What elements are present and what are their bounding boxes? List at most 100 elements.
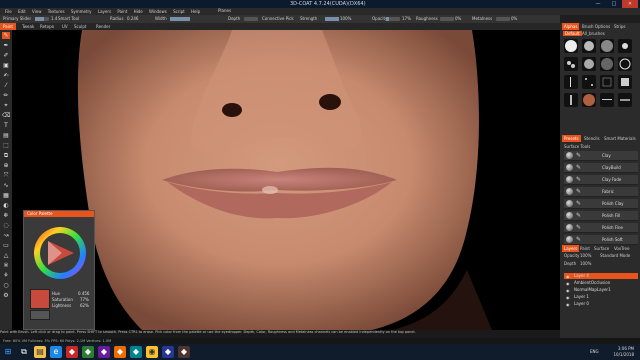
tab-brush-options[interactable]: Brush Options [580, 23, 612, 30]
system-clock[interactable]: 3:06 PM 10/1/2018 [613, 346, 634, 358]
eye-icon[interactable]: ◉ [566, 302, 570, 308]
butterfly-tool-icon[interactable]: ⚘ [2, 272, 10, 279]
tab-retopo[interactable]: Retopo [37, 23, 57, 30]
app-icon[interactable]: ◆ [98, 346, 110, 358]
rect-tool-icon[interactable]: ▭ [2, 242, 10, 249]
alpha-sphere[interactable] [582, 93, 596, 107]
preset-item[interactable]: ✎ ClayBuild [564, 163, 638, 173]
preset-folder[interactable]: Surface Tools [564, 144, 590, 149]
eraser-tool-icon[interactable]: ⌫ [2, 112, 10, 119]
hide-tool-icon[interactable]: ◌ [2, 222, 10, 229]
tab-presets[interactable]: Presets [562, 135, 581, 142]
menu-windows[interactable]: Windows [149, 8, 167, 15]
menu-paint[interactable]: Paint [117, 8, 127, 15]
preset-item[interactable]: ✎ Fabric [564, 187, 638, 197]
previous-color-swatch[interactable] [30, 310, 50, 320]
layer-row[interactable]: ◉ Layer 0 [564, 301, 638, 307]
minimize-button[interactable]: — [590, 0, 606, 8]
close-button[interactable]: ✕ [622, 0, 638, 8]
preset-item[interactable]: ✎ Clay [564, 151, 638, 161]
saturation-value[interactable]: 77% [80, 297, 89, 302]
file-explorer-icon[interactable]: ▤ [34, 346, 46, 358]
alpha-soft-round[interactable] [564, 39, 578, 53]
tab-sculpt[interactable]: Sculpt [71, 23, 90, 30]
menu-hide[interactable]: Hide [134, 8, 143, 15]
start-button-icon[interactable]: ⊞ [2, 346, 14, 358]
gear-icon[interactable]: ⚙ [2, 292, 10, 299]
tab-tweak[interactable]: Tweak [19, 23, 37, 30]
menu-layers[interactable]: Layers [98, 8, 111, 15]
layer-row[interactable]: ◉ Layer 1 [564, 294, 638, 300]
layer-opacity-value[interactable]: 100% [580, 253, 591, 258]
spray-tool-icon[interactable]: ※ [2, 262, 10, 269]
menu-script[interactable]: Script [173, 8, 185, 15]
preset-item[interactable]: ✎ Polish Fill [564, 211, 638, 221]
current-color-swatch[interactable] [30, 289, 50, 309]
app-icon[interactable]: ◆ [66, 346, 78, 358]
alpha-hard-round[interactable] [582, 39, 596, 53]
transform-tool-icon[interactable]: ⤧ [2, 172, 10, 179]
app-icon[interactable]: ◆ [82, 346, 94, 358]
edge-browser-icon[interactable]: e [50, 346, 62, 358]
smudge-tool-icon[interactable]: ✍ [2, 72, 10, 79]
alpha-square[interactable] [618, 75, 632, 89]
preset-item[interactable]: ✎ Polish Clay [564, 199, 638, 209]
marker-tool-icon[interactable]: ✏ [2, 92, 10, 99]
alpha-splatter[interactable] [564, 57, 578, 71]
alpha-crack[interactable] [618, 93, 632, 107]
brush-tool-icon[interactable]: ✎ [2, 32, 10, 39]
alpha-ring[interactable] [618, 57, 632, 71]
width-slider[interactable] [170, 17, 190, 21]
curves-tool-icon[interactable]: ∿ [2, 182, 10, 189]
3dcoat-icon[interactable]: ◆ [178, 346, 190, 358]
alpha-cone[interactable] [600, 39, 614, 53]
tab-paint[interactable]: Paint [0, 23, 16, 30]
alpha-noise[interactable] [600, 57, 614, 71]
layer-depth-value[interactable]: 100% [580, 261, 591, 266]
alpha-stroke[interactable] [564, 93, 578, 107]
lightness-value[interactable]: 62% [80, 303, 89, 308]
menu-symmetry[interactable]: Symmetry [71, 8, 92, 15]
connective-pick-label[interactable]: Connective Pick [262, 16, 294, 22]
preset-item[interactable]: ✎ Clay Fade [564, 175, 638, 185]
app-icon[interactable]: ◆ [130, 346, 142, 358]
blend-mode-select[interactable]: Standard Mode [600, 253, 630, 258]
tab-strips[interactable]: Strips [612, 23, 628, 30]
depth-slider[interactable] [244, 17, 258, 21]
tab-voxtree[interactable]: VoxTree [612, 245, 631, 252]
fill-tool-icon[interactable]: ▣ [2, 62, 10, 69]
eyedropper-tool-icon[interactable]: ⌖ [2, 102, 10, 109]
metalness-slider[interactable] [496, 17, 510, 21]
tab-layers[interactable]: Layers [562, 245, 580, 252]
layer-row[interactable]: ◉ NormalMapLayer1 [564, 287, 638, 293]
texture-tool-icon[interactable]: ▦ [2, 192, 10, 199]
stroke-tool-icon[interactable]: ↝ [2, 232, 10, 239]
opacity-slider[interactable] [386, 17, 400, 21]
language-indicator[interactable]: ENG [590, 349, 599, 354]
maximize-button[interactable]: □ [606, 0, 622, 8]
task-view-icon[interactable]: ⧉ [18, 346, 30, 358]
triangle-tool-icon[interactable]: △ [2, 252, 10, 259]
mask-tool-icon[interactable]: ◐ [2, 202, 10, 209]
tab-stencils[interactable]: Stencils [582, 135, 602, 142]
circle-tool-icon[interactable]: ○ [2, 282, 10, 289]
pen-tool-icon[interactable]: ✒ [2, 42, 10, 49]
layer-row[interactable]: ◉ AmbientOcclusion [564, 280, 638, 286]
clone-tool-icon[interactable]: ⊕ [2, 162, 10, 169]
menu-help[interactable]: Help [191, 8, 200, 15]
alpha-scratch[interactable] [600, 93, 614, 107]
strength-slider[interactable] [325, 17, 339, 21]
alpha-folder[interactable]: Default [563, 31, 582, 36]
menu-textures[interactable]: Textures [48, 8, 65, 15]
tab-paint-objects[interactable]: Paint [578, 245, 592, 252]
alpha-dots[interactable] [582, 75, 596, 89]
airbrush-tool-icon[interactable]: ✐ [2, 52, 10, 59]
preset-item[interactable]: ✎ Polish Fine [564, 223, 638, 233]
tab-render[interactable]: Render [93, 23, 113, 30]
menu-file[interactable]: File [5, 8, 12, 15]
preset-item[interactable]: ✎ Polish Soft [564, 235, 638, 245]
tab-uv[interactable]: UV [59, 23, 71, 30]
hue-value[interactable]: 0.456 [78, 291, 89, 296]
select-tool-icon[interactable]: ⬚ [2, 142, 10, 149]
line-tool-icon[interactable]: ⁄ [2, 82, 10, 89]
